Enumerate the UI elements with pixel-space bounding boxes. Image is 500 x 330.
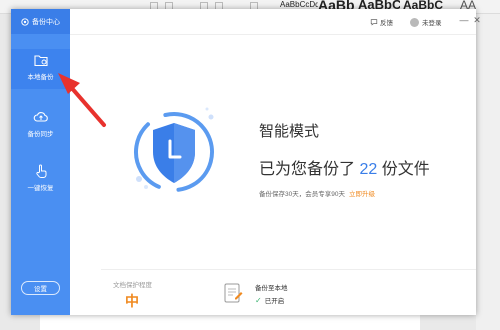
sidebar-item-label: 一键恢复 (27, 185, 54, 192)
login-button[interactable]: 未登录 (410, 17, 442, 27)
upgrade-link[interactable]: 立即升级 (349, 191, 375, 198)
backup-status-text: 已开启 (264, 298, 285, 305)
backup-status: ✓ 已开启 (255, 295, 285, 306)
backup-center-window: 备份中心 本地备份 备份同步 一键恢复 设置 反馈 未登录 — ✕ 智能模式 已… (11, 9, 481, 315)
backup-summary-suffix: 份文件 (381, 161, 430, 178)
backup-summary: 已为您备份了 22 份文件 (259, 155, 430, 179)
settings-button[interactable]: 设置 (21, 281, 60, 295)
mode-title: 智能模式 (259, 123, 320, 140)
feedback-icon (370, 19, 378, 26)
retention-text: 备份保存30天，会员专享90天 (259, 191, 345, 198)
close-button[interactable]: ✕ (472, 15, 482, 25)
sidebar-item-label: 本地备份 (27, 74, 54, 81)
document-icon (224, 283, 243, 303)
check-icon: ✓ (255, 295, 262, 305)
cloud-upload-icon (33, 112, 48, 122)
backup-center-icon (21, 17, 29, 26)
shield-clock-icon (134, 107, 214, 192)
sidebar-item-backup-sync[interactable]: 备份同步 (11, 109, 70, 145)
document-background (476, 14, 500, 330)
sidebar-header-title: 备份中心 (32, 18, 60, 26)
retention-info: 备份保存30天，会员专享90天 立即升级 (259, 188, 375, 198)
protection-level-value: 中 (125, 293, 139, 309)
sidebar-item-local-backup[interactable]: 本地备份 (11, 49, 70, 89)
hand-pointer-icon (35, 164, 46, 178)
login-label: 未登录 (422, 20, 442, 27)
minimize-button[interactable]: — (459, 15, 469, 25)
protection-level-label: 文档保护程度 (113, 282, 152, 289)
sidebar-item-label: 备份同步 (27, 131, 54, 138)
backup-summary-prefix: 已为您备份了 (259, 161, 356, 178)
sidebar-header: 备份中心 (11, 9, 70, 34)
feedback-button[interactable]: 反馈 (370, 17, 393, 27)
sidebar-item-one-click-restore[interactable]: 一键恢复 (11, 163, 70, 199)
topbar-divider (70, 34, 476, 35)
avatar (410, 17, 419, 27)
topbar: 反馈 未登录 — ✕ (70, 9, 481, 34)
folder-icon (33, 55, 48, 67)
sidebar: 备份中心 本地备份 备份同步 一键恢复 设置 (11, 9, 70, 315)
footer-divider (101, 269, 476, 270)
backup-location-label: 备份至本地 (255, 285, 288, 292)
feedback-label: 反馈 (380, 20, 393, 27)
backup-count: 22 (359, 161, 378, 178)
